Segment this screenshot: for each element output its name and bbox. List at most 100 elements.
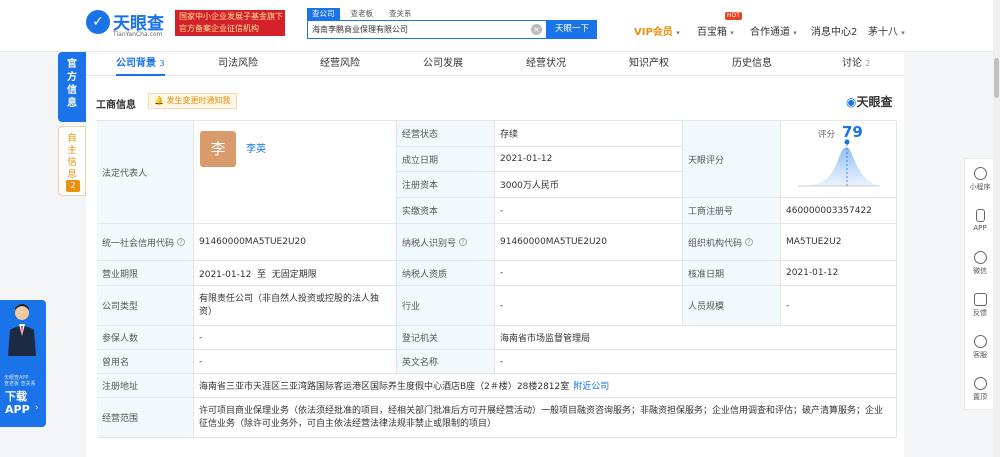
term-value: 2021-01-12 至 无固定期限 (194, 261, 397, 286)
cooperation-link[interactable]: 合作通道 ▾ (750, 23, 797, 38)
promo-app-label: APP (5, 403, 30, 416)
capital-label: 注册资本 (397, 172, 495, 198)
side-tab-official-info[interactable]: 官方信息 (58, 52, 86, 122)
tab-operation-risk[interactable]: 经营风险 (320, 52, 360, 76)
chevron-right-icon: › (35, 403, 39, 413)
hot-badge: HOT (725, 12, 742, 20)
search-tab-boss[interactable]: 查老板 (346, 8, 379, 20)
tianyan-score-widget[interactable]: 评分 79 (790, 120, 886, 192)
customer-service-button[interactable]: 客服 (965, 335, 995, 360)
promo-small-line2: 查老板 查关系 (4, 381, 36, 387)
tax-qualification-value: - (495, 261, 683, 286)
help-icon[interactable]: ? (745, 238, 754, 246)
legal-rep-name-link[interactable]: 李英 (246, 140, 266, 155)
vip-link[interactable]: VIP会员 ▾ (634, 23, 680, 38)
score-label: 天眼评分 (683, 121, 781, 198)
chevron-down-icon: ▾ (730, 29, 734, 37)
reg-no-label: 工商注册号 (683, 198, 781, 224)
tianyancha-logo[interactable]: ✓ 天眼查 TianYanCha.com (86, 8, 172, 40)
tab-ip[interactable]: 知识产权 (629, 52, 669, 76)
help-icon[interactable]: ? (459, 238, 468, 246)
tab-development[interactable]: 公司发展 (423, 52, 463, 76)
phone-icon (975, 209, 985, 222)
change-notify-label: 发生变更时通知我 (166, 96, 231, 105)
right-tool-bar: 小程序 APP 微信 反馈 客服 置顶 (964, 158, 994, 410)
tab-label: 公司背景 (116, 58, 156, 69)
reg-authority-label: 登记机关 (397, 326, 495, 350)
tab-company-background[interactable]: 公司背景 3 (116, 52, 165, 76)
wechat-button[interactable]: 微信 (965, 251, 995, 276)
message-center-link[interactable]: 消息中心2 (811, 23, 857, 38)
staff-size-label: 人员规模 (683, 286, 781, 326)
tab-label: 经营风险 (320, 58, 360, 69)
tab-count: 2 (865, 59, 871, 68)
clear-icon[interactable]: × (531, 24, 542, 35)
tab-label: 司法风险 (218, 58, 258, 69)
search-tab-relation[interactable]: 查关系 (384, 8, 417, 20)
fund-badge-line1: 国家中小企业发展子基金旗下 (179, 12, 283, 21)
tab-history[interactable]: 历史信息 (732, 52, 772, 76)
fund-badge-line2: 官方备案企业征信机构 (179, 24, 259, 33)
download-app-promo[interactable]: 天眼查APP 查老板 查关系 下载 APP › (0, 300, 46, 427)
english-name-label: 英文名称 (397, 350, 495, 374)
found-date-label: 成立日期 (397, 147, 495, 172)
org-code-label: 组织机构代码? (683, 224, 781, 261)
feedback-label: 反馈 (973, 309, 987, 317)
tab-label: 讨论 (842, 58, 862, 69)
credit-code-label-text: 统一社会信用代码 (102, 238, 175, 249)
score-area (798, 147, 880, 186)
user-menu[interactable]: 茅十八 ▾ (868, 23, 905, 38)
org-code-value: MA5TUE2U2 (781, 224, 897, 261)
reg-authority-value: 海南省市场监督管理局 (495, 326, 897, 350)
user-name: 茅十八 (868, 27, 898, 38)
fund-badge[interactable]: 国家中小企业发展子基金旗下 官方备案企业征信机构 (175, 10, 285, 36)
feedback-button[interactable]: 反馈 (965, 293, 995, 318)
app-label: APP (973, 224, 987, 232)
company-info-card: 公司背景 3 司法风险 经营风险 公司发展 经营状况 知识产权 历史信息 讨论 … (86, 52, 904, 457)
approve-date-value: 2021-01-12 (781, 261, 897, 286)
former-name-label: 曾用名 (97, 350, 194, 374)
tab-discussion[interactable]: 讨论 2 (842, 52, 870, 76)
paid-capital-label: 实缴资本 (397, 198, 495, 224)
tax-no-label: 纳税人识别号? (397, 224, 495, 261)
wechat-label: 微信 (973, 267, 987, 275)
vip-label: VIP会员 (634, 27, 673, 38)
tab-label: 经营状况 (526, 58, 566, 69)
logo-mark-icon: ◉ (846, 95, 857, 109)
spokesperson-image (8, 304, 36, 356)
mini-program-button[interactable]: 小程序 (965, 167, 995, 192)
mini-program-icon (973, 167, 987, 180)
baibaoxiang-link[interactable]: 百宝箱 ▾ (697, 23, 734, 38)
watermark-text: 天眼查 (856, 95, 893, 109)
scrollbar-thumb[interactable] (994, 58, 999, 98)
change-notify-button[interactable]: 🔔 发生变更时通知我 (148, 93, 237, 109)
logo-icon: ✓ (86, 10, 110, 34)
found-date-value: 2021-01-12 (495, 147, 683, 172)
page-scrollbar[interactable] (993, 0, 1000, 457)
side-tab-self-info[interactable]: 自主信息 2 (58, 126, 86, 196)
feedback-icon (973, 293, 987, 306)
search-button[interactable]: 天眼一下 (547, 20, 597, 39)
app-button[interactable]: APP (965, 209, 995, 232)
back-to-top-button[interactable]: 置顶 (965, 377, 995, 402)
legal-rep-avatar[interactable]: 李 (200, 131, 236, 167)
search-input[interactable] (308, 21, 523, 38)
chevron-down-icon: ▾ (793, 29, 797, 37)
section-title: 工商信息 (96, 100, 136, 111)
tab-label: 公司发展 (423, 58, 463, 69)
scope-label: 经营范围 (97, 398, 194, 438)
tab-operation-status[interactable]: 经营状况 (526, 52, 566, 76)
approve-date-label: 核准日期 (683, 261, 781, 286)
help-icon[interactable]: ? (177, 238, 186, 246)
nearby-companies-link[interactable]: 附近公司 (573, 379, 609, 392)
tax-qualification-label: 纳税人资质 (397, 261, 495, 286)
address-label: 注册地址 (97, 374, 194, 398)
search-tab-company[interactable]: 查公司 (307, 8, 340, 20)
tab-label: 历史信息 (732, 58, 772, 69)
chevron-down-icon: ▾ (676, 29, 680, 37)
section-tabs: 公司背景 3 司法风险 经营风险 公司发展 经营状况 知识产权 历史信息 讨论 … (86, 52, 904, 76)
staff-size-value: - (781, 286, 897, 326)
customer-service-label: 客服 (973, 351, 987, 359)
tab-judicial-risk[interactable]: 司法风险 (218, 52, 258, 76)
side-tab-self-count: 2 (66, 180, 80, 192)
